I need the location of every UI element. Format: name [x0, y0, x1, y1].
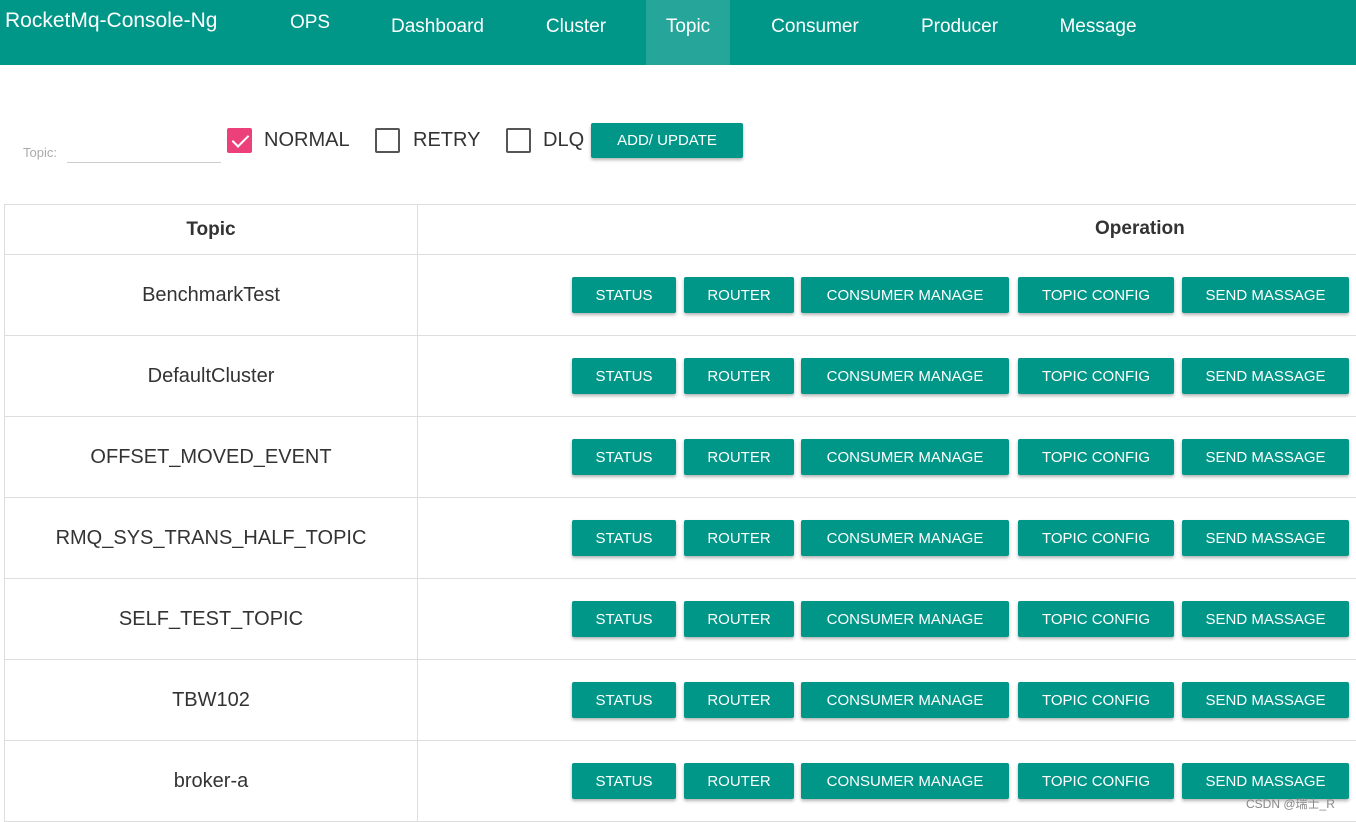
send-message-button[interactable]: SEND MASSAGE — [1182, 277, 1349, 313]
topic-name: TBW102 — [5, 660, 418, 740]
consumer-manage-button[interactable]: CONSUMER MANAGE — [801, 763, 1009, 799]
consumer-manage-button[interactable]: CONSUMER MANAGE — [801, 439, 1009, 475]
topic-name: SELF_TEST_TOPIC — [5, 579, 418, 659]
send-message-button[interactable]: SEND MASSAGE — [1182, 763, 1349, 799]
status-button[interactable]: STATUS — [572, 601, 676, 637]
nav-cluster[interactable]: Cluster — [526, 0, 626, 65]
router-button[interactable]: ROUTER — [684, 601, 794, 637]
table-row: DefaultCluster STATUS ROUTER CONSUMER MANAG… — [5, 336, 1356, 417]
router-button[interactable]: ROUTER — [684, 682, 794, 718]
send-message-button[interactable]: SEND MASSAGE — [1182, 682, 1349, 718]
router-button[interactable]: ROUTER — [684, 358, 794, 394]
table-header-row: Topic Operation — [5, 205, 1356, 255]
topic-config-button[interactable]: TOPIC CONFIG — [1018, 682, 1174, 718]
topic-name: broker-a — [5, 741, 418, 821]
normal-checkbox-label[interactable]: NORMAL — [264, 129, 350, 152]
nav-topic[interactable]: Topic — [646, 0, 730, 65]
dlq-checkbox[interactable] — [506, 128, 531, 153]
normal-checkbox[interactable] — [227, 128, 252, 153]
topic-config-button[interactable]: TOPIC CONFIG — [1018, 358, 1174, 394]
topic-name: DefaultCluster — [5, 336, 418, 416]
operation-cell: STATUS ROUTER CONSUMER MANAGE TOPIC CONFIG S… — [418, 255, 1356, 335]
operation-cell: STATUS ROUTER CONSUMER MANAGE TOPIC CONFIG S… — [418, 660, 1356, 740]
topic-filter-input[interactable] — [67, 138, 221, 163]
topic-name: OFFSET_MOVED_EVENT — [5, 417, 418, 497]
status-button[interactable]: STATUS — [572, 520, 676, 556]
table-row: SELF_TEST_TOPIC STATUS ROUTER CONSUMER MANA… — [5, 579, 1356, 660]
operation-cell: STATUS ROUTER CONSUMER MANAGE TOPIC CONFIG S… — [418, 498, 1356, 578]
top-navbar: RocketMq-Console-Ng OPS Dashboard Cluste… — [0, 0, 1356, 65]
topic-table: Topic Operation BenchmarkTest STATUS ROUTE… — [4, 204, 1356, 822]
add-update-button[interactable]: ADD/ UPDATE — [591, 123, 743, 158]
topic-name: RMQ_SYS_TRANS_HALF_TOPIC — [5, 498, 418, 578]
send-message-button[interactable]: SEND MASSAGE — [1182, 520, 1349, 556]
operation-cell: STATUS ROUTER CONSUMER MANAGE TOPIC CONFIG S… — [418, 579, 1356, 659]
operation-cell: STATUS ROUTER CONSUMER MANAGE TOPIC CONFIG S… — [418, 741, 1356, 821]
consumer-manage-button[interactable]: CONSUMER MANAGE — [801, 358, 1009, 394]
nav-consumer[interactable]: Consumer — [752, 0, 878, 65]
topic-config-button[interactable]: TOPIC CONFIG — [1018, 277, 1174, 313]
status-button[interactable]: STATUS — [572, 277, 676, 313]
brand-title[interactable]: RocketMq-Console-Ng — [5, 9, 217, 33]
status-button[interactable]: STATUS — [572, 763, 676, 799]
topic-name: BenchmarkTest — [5, 255, 418, 335]
operation-cell: STATUS ROUTER CONSUMER MANAGE TOPIC CONFIG S… — [418, 336, 1356, 416]
watermark: CSDN @瑞士_R — [1246, 797, 1335, 811]
topic-config-button[interactable]: TOPIC CONFIG — [1018, 763, 1174, 799]
nav-ops[interactable]: OPS — [272, 0, 348, 65]
consumer-manage-button[interactable]: CONSUMER MANAGE — [801, 682, 1009, 718]
table-row: OFFSET_MOVED_EVENT STATUS ROUTER CONSUMER M… — [5, 417, 1356, 498]
nav-dashboard[interactable]: Dashboard — [372, 0, 503, 65]
status-button[interactable]: STATUS — [572, 682, 676, 718]
nav-producer[interactable]: Producer — [902, 0, 1017, 65]
consumer-manage-button[interactable]: CONSUMER MANAGE — [801, 520, 1009, 556]
nav-message[interactable]: Message — [1040, 0, 1156, 65]
table-row: RMQ_SYS_TRANS_HALF_TOPIC STATUS ROUTER CONS… — [5, 498, 1356, 579]
table-row: broker-a STATUS ROUTER CONSUMER MANAGE TOPIC… — [5, 741, 1356, 822]
topic-config-button[interactable]: TOPIC CONFIG — [1018, 520, 1174, 556]
router-button[interactable]: ROUTER — [684, 439, 794, 475]
consumer-manage-button[interactable]: CONSUMER MANAGE — [801, 277, 1009, 313]
header-topic: Topic — [5, 205, 418, 254]
operation-cell: STATUS ROUTER CONSUMER MANAGE TOPIC CONFIG S… — [418, 417, 1356, 497]
send-message-button[interactable]: SEND MASSAGE — [1182, 358, 1349, 394]
send-message-button[interactable]: SEND MASSAGE — [1182, 601, 1349, 637]
dlq-checkbox-label[interactable]: DLQ — [543, 129, 584, 152]
send-message-button[interactable]: SEND MASSAGE — [1182, 439, 1349, 475]
header-operation-cell: Operation — [418, 205, 1356, 254]
topic-config-button[interactable]: TOPIC CONFIG — [1018, 601, 1174, 637]
router-button[interactable]: ROUTER — [684, 277, 794, 313]
router-button[interactable]: ROUTER — [684, 520, 794, 556]
topic-filter-label: Topic: — [23, 145, 57, 160]
retry-checkbox[interactable] — [375, 128, 400, 153]
status-button[interactable]: STATUS — [572, 358, 676, 394]
table-row: BenchmarkTest STATUS ROUTER CONSUMER MANAGE… — [5, 255, 1356, 336]
table-body: BenchmarkTest STATUS ROUTER CONSUMER MANAGE… — [5, 255, 1356, 822]
retry-checkbox-label[interactable]: RETRY — [413, 129, 480, 152]
header-operation: Operation — [1095, 218, 1185, 239]
table-row: TBW102 STATUS ROUTER CONSUMER MANAGE TOPIC C… — [5, 660, 1356, 741]
topic-config-button[interactable]: TOPIC CONFIG — [1018, 439, 1174, 475]
consumer-manage-button[interactable]: CONSUMER MANAGE — [801, 601, 1009, 637]
router-button[interactable]: ROUTER — [684, 763, 794, 799]
status-button[interactable]: STATUS — [572, 439, 676, 475]
